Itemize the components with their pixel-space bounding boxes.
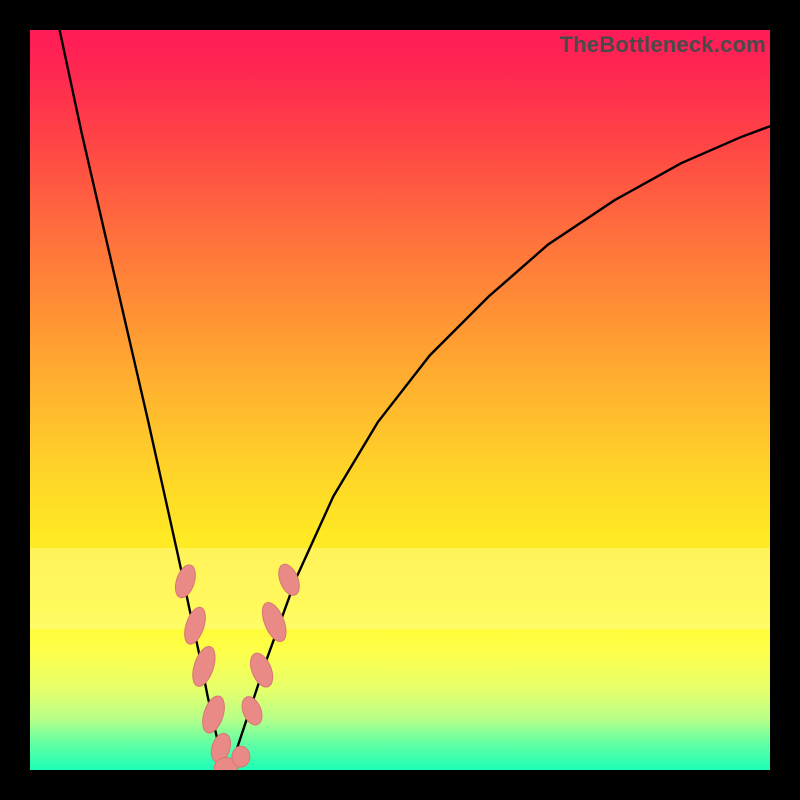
curve-plot xyxy=(30,30,770,770)
curve-marker xyxy=(198,693,228,735)
curve-marker xyxy=(238,694,266,728)
curve-marker xyxy=(172,562,199,600)
curve-marker xyxy=(181,605,210,647)
curve-marker xyxy=(275,561,304,598)
curve-marker xyxy=(246,650,277,690)
curve-marker xyxy=(188,644,219,689)
curve-marker xyxy=(232,746,250,767)
marker-layer xyxy=(172,561,304,770)
curve-right-branch xyxy=(230,126,770,770)
chart-frame: TheBottleneck.com xyxy=(30,30,770,770)
